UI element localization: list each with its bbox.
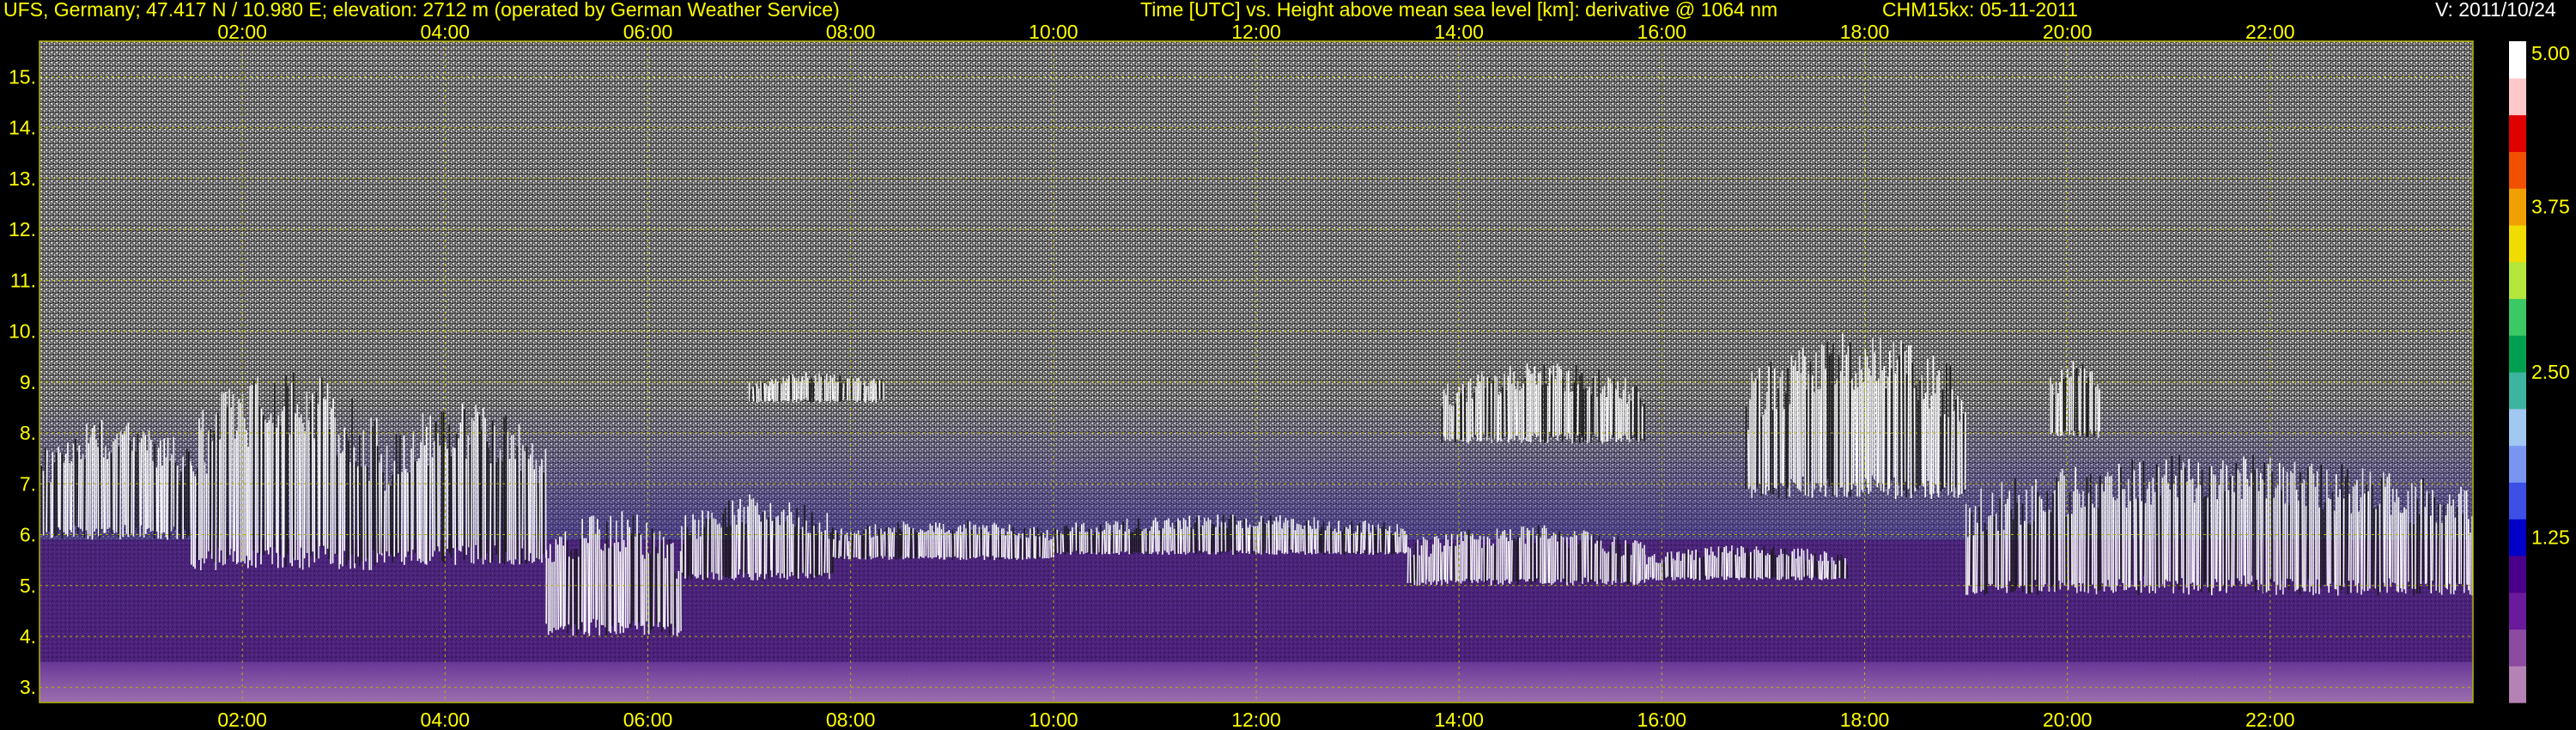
colorbar-segment <box>2509 372 2526 410</box>
y-tick-label: 15. <box>9 65 36 88</box>
colorbar-segment <box>2509 666 2526 703</box>
y-tick-label: 11. <box>10 269 36 291</box>
x-tick-label-bottom: 06:00 <box>623 709 673 730</box>
x-tick-label-top: 02:00 <box>217 21 267 43</box>
y-tick-label: 9. <box>20 371 36 393</box>
colorbar-segment <box>2509 592 2526 630</box>
y-ticks: 3. 4. 5. 6. 7. 8. 9. 10. 11. 12. 13. 14. 15. <box>9 65 36 698</box>
colorbar-tick-label: 3.75 <box>2531 196 2570 218</box>
y-tick-label: 10. <box>9 320 36 343</box>
colorbar-segment <box>2509 188 2526 226</box>
colorbar-ticks: 1.25 2.50 3.75 5.00 <box>2531 42 2570 549</box>
x-tick-label-bottom: 02:00 <box>217 709 267 730</box>
x-ticks-top: 02:00 04:00 06:00 08:00 10:00 12:00 14:00 16:00… <box>217 21 2294 43</box>
x-tick-label-bottom: 18:00 <box>1840 709 1890 730</box>
ceilometer-chart: 02:00 04:00 06:00 08:00 10:00 12:00 14:00 16:00… <box>9 21 2570 730</box>
colorbar-tick-label: 1.25 <box>2531 526 2570 549</box>
y-tick-label: 12. <box>9 218 36 240</box>
x-tick-label-bottom: 22:00 <box>2245 709 2295 730</box>
colorbar-segment <box>2509 629 2526 666</box>
colorbar-segment <box>2509 408 2526 447</box>
x-tick-label-top: 10:00 <box>1029 21 1078 43</box>
y-tick-label: 5. <box>20 575 36 597</box>
x-tick-label-top: 12:00 <box>1231 21 1281 43</box>
x-tick-label-top: 08:00 <box>826 21 876 43</box>
x-tick-label-bottom: 04:00 <box>421 709 471 730</box>
x-ticks-bottom: 02:00 04:00 06:00 08:00 10:00 12:00 14:00 16:00… <box>217 709 2294 730</box>
colorbar-segment <box>2509 261 2526 300</box>
x-tick-label-top: 22:00 <box>2245 21 2295 43</box>
colorbar-segment <box>2509 41 2526 79</box>
colorbar-segment <box>2509 151 2526 189</box>
y-tick-label: 7. <box>20 472 36 495</box>
x-tick-label-top: 20:00 <box>2043 21 2093 43</box>
y-tick-label: 6. <box>20 524 36 546</box>
y-tick-label: 3. <box>20 676 36 698</box>
colorbar-segment <box>2509 77 2526 116</box>
y-tick-label: 8. <box>20 422 36 444</box>
colorbar-tick-label: 5.00 <box>2531 42 2570 64</box>
y-tick-label: 4. <box>20 625 36 648</box>
x-tick-label-top: 18:00 <box>1840 21 1890 43</box>
x-tick-label-top: 06:00 <box>623 21 673 43</box>
colorbar-segment <box>2509 335 2526 373</box>
x-tick-label-bottom: 16:00 <box>1637 709 1687 730</box>
y-tick-label: 13. <box>9 167 36 190</box>
x-tick-label-bottom: 08:00 <box>826 709 876 730</box>
colorbar-segment <box>2509 114 2526 152</box>
colorbar-segment <box>2509 445 2526 483</box>
x-tick-label-top: 16:00 <box>1637 21 1687 43</box>
x-tick-label-top: 04:00 <box>421 21 471 43</box>
x-tick-label-bottom: 14:00 <box>1434 709 1484 730</box>
x-tick-label-top: 14:00 <box>1434 21 1484 43</box>
colorbar-tick-label: 2.50 <box>2531 361 2570 383</box>
colorbar-segment <box>2509 224 2526 263</box>
colorbar-segment <box>2509 519 2526 557</box>
colorbar-segment <box>2509 298 2526 336</box>
colorbar-segment <box>2509 555 2526 593</box>
x-tick-label-bottom: 12:00 <box>1231 709 1281 730</box>
x-tick-label-bottom: 10:00 <box>1029 709 1078 730</box>
y-tick-label: 14. <box>9 117 36 139</box>
x-tick-label-bottom: 20:00 <box>2043 709 2093 730</box>
colorbar-segment <box>2509 482 2526 520</box>
colorbar <box>2509 41 2526 703</box>
